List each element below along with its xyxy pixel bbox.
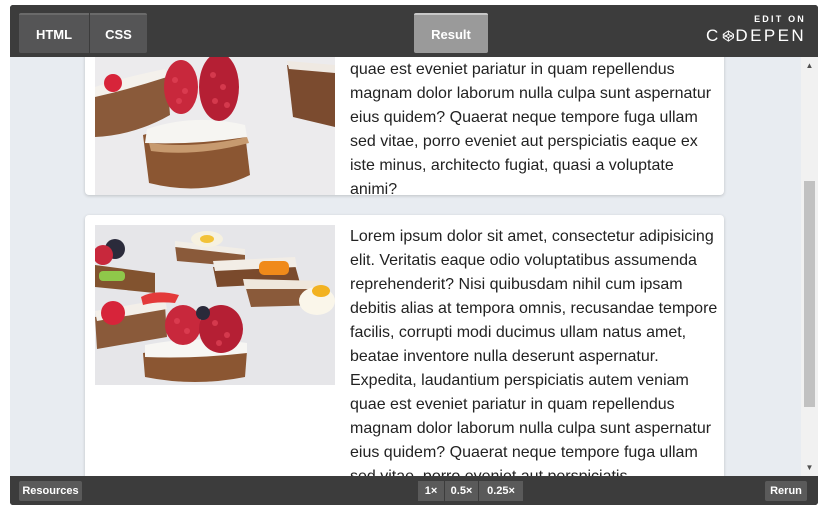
embed-footer: Resources 1× 0.5× 0.25× Rerun (10, 476, 818, 505)
codepen-cube-icon (722, 30, 734, 42)
codepen-embed: HTML CSS Result EDIT ON C DEPEN quae est… (10, 5, 818, 505)
card-image (95, 57, 335, 195)
card-paragraph: Lorem ipsum dolor sit amet, consectetur … (350, 228, 718, 476)
card-image (95, 225, 335, 385)
edit-on-codepen-link[interactable]: EDIT ON C DEPEN (706, 14, 806, 47)
zoom-0-25x-button[interactable]: 0.25× (479, 481, 523, 501)
food-card: quae est eveniet pariatur in quam repell… (85, 57, 724, 198)
vertical-scrollbar[interactable]: ▲ ▼ (801, 57, 818, 476)
result-viewport[interactable]: quae est eveniet pariatur in quam repell… (10, 57, 818, 476)
zoom-0-5x-button[interactable]: 0.5× (445, 481, 478, 501)
edit-on-label: EDIT ON (754, 14, 806, 24)
card-paragraph: quae est eveniet pariatur in quam repell… (350, 61, 712, 198)
wordmark-right: DEPEN (735, 26, 806, 45)
wordmark-left: C (706, 26, 721, 45)
food-card: Lorem ipsum dolor sit amet, consectetur … (85, 215, 724, 476)
rerun-button[interactable]: Rerun (765, 481, 807, 501)
toast-with-raspberries-image (95, 57, 335, 195)
codepen-wordmark: C DEPEN (706, 25, 806, 47)
assorted-sandwiches-image (95, 225, 335, 385)
tab-html[interactable]: HTML (19, 13, 89, 53)
triangle-down-icon[interactable]: ▼ (801, 459, 818, 476)
resources-button[interactable]: Resources (19, 481, 82, 501)
tab-css[interactable]: CSS (90, 13, 147, 53)
zoom-controls: 1× 0.5× 0.25× (418, 481, 524, 501)
embed-toolbar: HTML CSS Result EDIT ON C DEPEN (10, 5, 818, 57)
scrollbar-thumb[interactable] (804, 181, 815, 407)
tab-result[interactable]: Result (414, 13, 488, 53)
triangle-up-icon[interactable]: ▲ (801, 57, 818, 74)
zoom-1x-button[interactable]: 1× (418, 481, 444, 501)
